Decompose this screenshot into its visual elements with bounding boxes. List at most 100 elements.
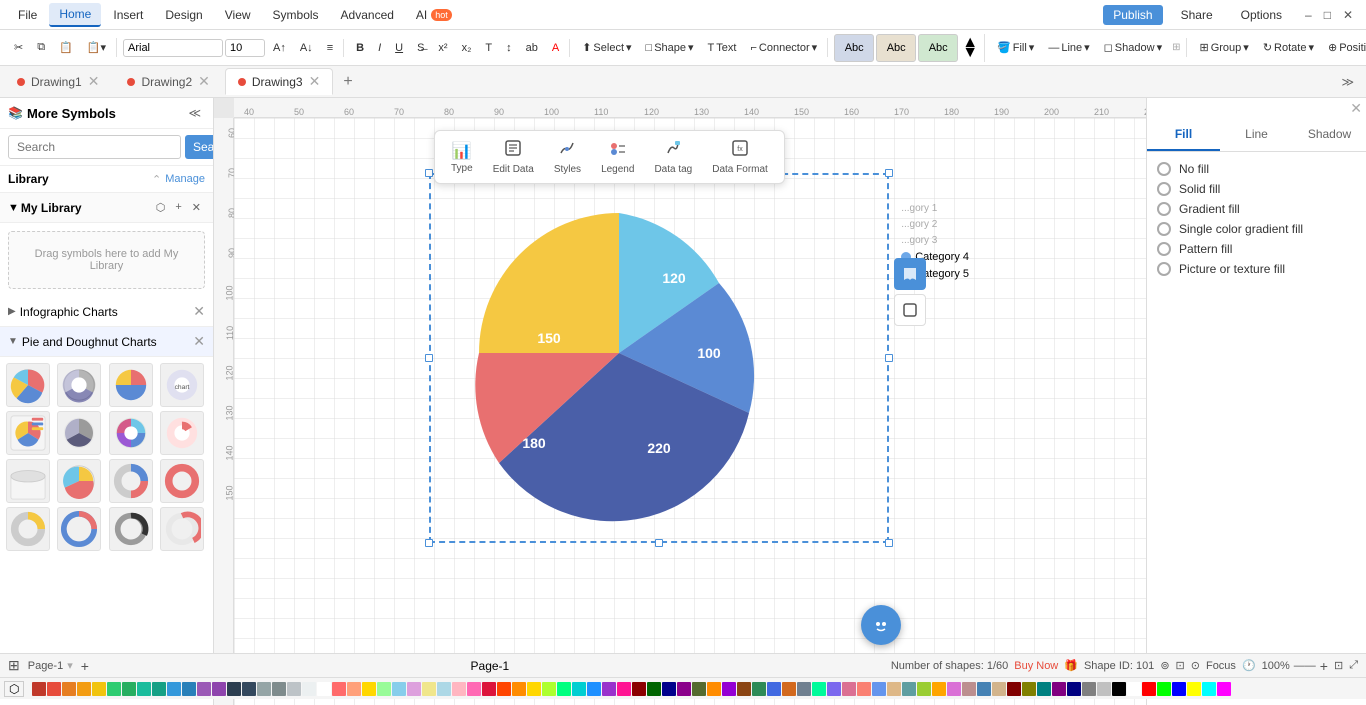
color-swatch[interactable] xyxy=(842,682,856,696)
color-swatch[interactable] xyxy=(1007,682,1021,696)
add-tab-button[interactable]: + xyxy=(335,69,360,95)
handle-br[interactable] xyxy=(885,539,893,547)
shape-thumb-9[interactable] xyxy=(6,459,50,503)
menu-view[interactable]: View xyxy=(215,4,261,26)
font-decrease-button[interactable]: A↓ xyxy=(294,39,319,57)
color-swatch[interactable] xyxy=(302,682,316,696)
my-library-export-button[interactable]: ⬡ xyxy=(152,199,170,216)
copy-button[interactable]: ⧉ xyxy=(31,38,51,57)
shape-thumb-2[interactable] xyxy=(57,363,101,407)
color-swatch[interactable] xyxy=(902,682,916,696)
shape-thumb-4[interactable]: chart xyxy=(160,363,204,407)
search-input[interactable] xyxy=(8,135,181,159)
cut-button[interactable]: ✂ xyxy=(8,38,29,57)
tab-drawing1[interactable]: Drawing1 ✕ xyxy=(4,68,112,95)
handle-bm[interactable] xyxy=(655,539,663,547)
color-swatch[interactable] xyxy=(857,682,871,696)
style-shape-3[interactable]: Abc xyxy=(918,34,958,62)
page-dropdown-icon[interactable]: ▾ xyxy=(67,659,73,672)
align-button[interactable]: ≡ xyxy=(321,39,339,57)
color-swatch[interactable] xyxy=(47,682,61,696)
infographic-charts-category[interactable]: ▶ Infographic Charts ✕ xyxy=(0,297,213,327)
share-button[interactable]: Share xyxy=(1171,4,1223,26)
color-swatch[interactable] xyxy=(1157,682,1171,696)
color-swatch[interactable] xyxy=(437,682,451,696)
handle-bl[interactable] xyxy=(425,539,433,547)
styles-scroll[interactable]: ▲ ▼ xyxy=(960,38,980,58)
color-swatch[interactable] xyxy=(1202,682,1216,696)
shape-thumb-15[interactable] xyxy=(109,507,153,551)
underline-button[interactable]: U xyxy=(389,39,409,57)
tab-close-1[interactable]: ✕ xyxy=(88,73,100,90)
color-swatch[interactable] xyxy=(332,682,346,696)
color-swatch[interactable] xyxy=(32,682,46,696)
color-swatch[interactable] xyxy=(527,682,541,696)
color-swatch[interactable] xyxy=(122,682,136,696)
panel-collapse-button[interactable]: ≪ xyxy=(184,104,205,122)
color-swatch[interactable] xyxy=(347,682,361,696)
tab-drawing3[interactable]: Drawing3 ✕ xyxy=(225,68,333,95)
color-swatch[interactable] xyxy=(692,682,706,696)
color-swatch[interactable] xyxy=(422,682,436,696)
search-button[interactable]: Search xyxy=(185,135,214,159)
color-swatch[interactable] xyxy=(557,682,571,696)
menu-insert[interactable]: Insert xyxy=(103,4,153,26)
font-color-button[interactable]: A xyxy=(546,39,565,57)
menu-symbols[interactable]: Symbols xyxy=(263,4,329,26)
color-swatch[interactable] xyxy=(872,682,886,696)
color-swatch[interactable] xyxy=(977,682,991,696)
color-swatch[interactable] xyxy=(227,682,241,696)
color-swatch[interactable] xyxy=(1172,682,1186,696)
color-swatch[interactable] xyxy=(257,682,271,696)
shape-thumb-12[interactable] xyxy=(160,459,204,503)
pattern-fill-option[interactable]: Pattern fill xyxy=(1157,242,1356,256)
color-swatch[interactable] xyxy=(587,682,601,696)
my-library-expand-icon[interactable]: ▼ xyxy=(8,202,19,214)
color-swatch[interactable] xyxy=(467,682,481,696)
subscript-button[interactable]: x₂ xyxy=(456,39,478,57)
shape-thumb-16[interactable] xyxy=(160,507,204,551)
color-swatch[interactable] xyxy=(917,682,931,696)
tab-close-2[interactable]: ✕ xyxy=(198,73,210,90)
line-tab[interactable]: Line xyxy=(1220,119,1293,151)
focus-icon[interactable]: ⊙ xyxy=(1191,659,1200,672)
pattern-fill-radio[interactable] xyxy=(1157,242,1171,256)
color-swatch[interactable] xyxy=(1187,682,1201,696)
my-library-add-button[interactable]: + xyxy=(171,199,185,216)
color-swatch[interactable] xyxy=(662,682,676,696)
safe-icon[interactable]: ⊡ xyxy=(1176,659,1185,672)
color-swatch[interactable] xyxy=(572,682,586,696)
color-swatch[interactable] xyxy=(782,682,796,696)
my-library-close-button[interactable]: ✕ xyxy=(188,199,205,216)
color-swatch[interactable] xyxy=(107,682,121,696)
menu-file[interactable]: File xyxy=(8,4,47,26)
color-swatch[interactable] xyxy=(317,682,331,696)
italic-button[interactable]: I xyxy=(372,39,387,57)
solid-fill-option[interactable]: Solid fill xyxy=(1157,182,1356,196)
color-swatch[interactable] xyxy=(1082,682,1096,696)
color-swatch[interactable] xyxy=(707,682,721,696)
chart-datatag-button[interactable]: Data tag xyxy=(644,135,702,179)
right-panel-close-icon[interactable]: ✕ xyxy=(1350,100,1362,117)
color-swatch[interactable] xyxy=(482,682,496,696)
text-bg-button[interactable]: ab xyxy=(520,39,544,57)
tab-close-3[interactable]: ✕ xyxy=(309,73,321,90)
color-swatch[interactable] xyxy=(197,682,211,696)
color-swatch[interactable] xyxy=(677,682,691,696)
paste-button[interactable]: 📋 xyxy=(53,38,79,57)
color-swatch[interactable] xyxy=(497,682,511,696)
color-swatch[interactable] xyxy=(182,682,196,696)
color-swatch[interactable] xyxy=(752,682,766,696)
color-swatch[interactable] xyxy=(77,682,91,696)
add-page-button[interactable]: + xyxy=(81,658,89,674)
color-swatch[interactable] xyxy=(452,682,466,696)
color-swatch[interactable] xyxy=(242,682,256,696)
color-swatch[interactable] xyxy=(377,682,391,696)
color-swatch[interactable] xyxy=(407,682,421,696)
color-swatch[interactable] xyxy=(932,682,946,696)
color-swatch[interactable] xyxy=(1142,682,1156,696)
color-swatch[interactable] xyxy=(92,682,106,696)
category-close-icon[interactable]: ✕ xyxy=(193,303,205,320)
fullscreen-button[interactable]: ⤢ xyxy=(1349,659,1358,672)
menu-home[interactable]: Home xyxy=(49,3,101,27)
